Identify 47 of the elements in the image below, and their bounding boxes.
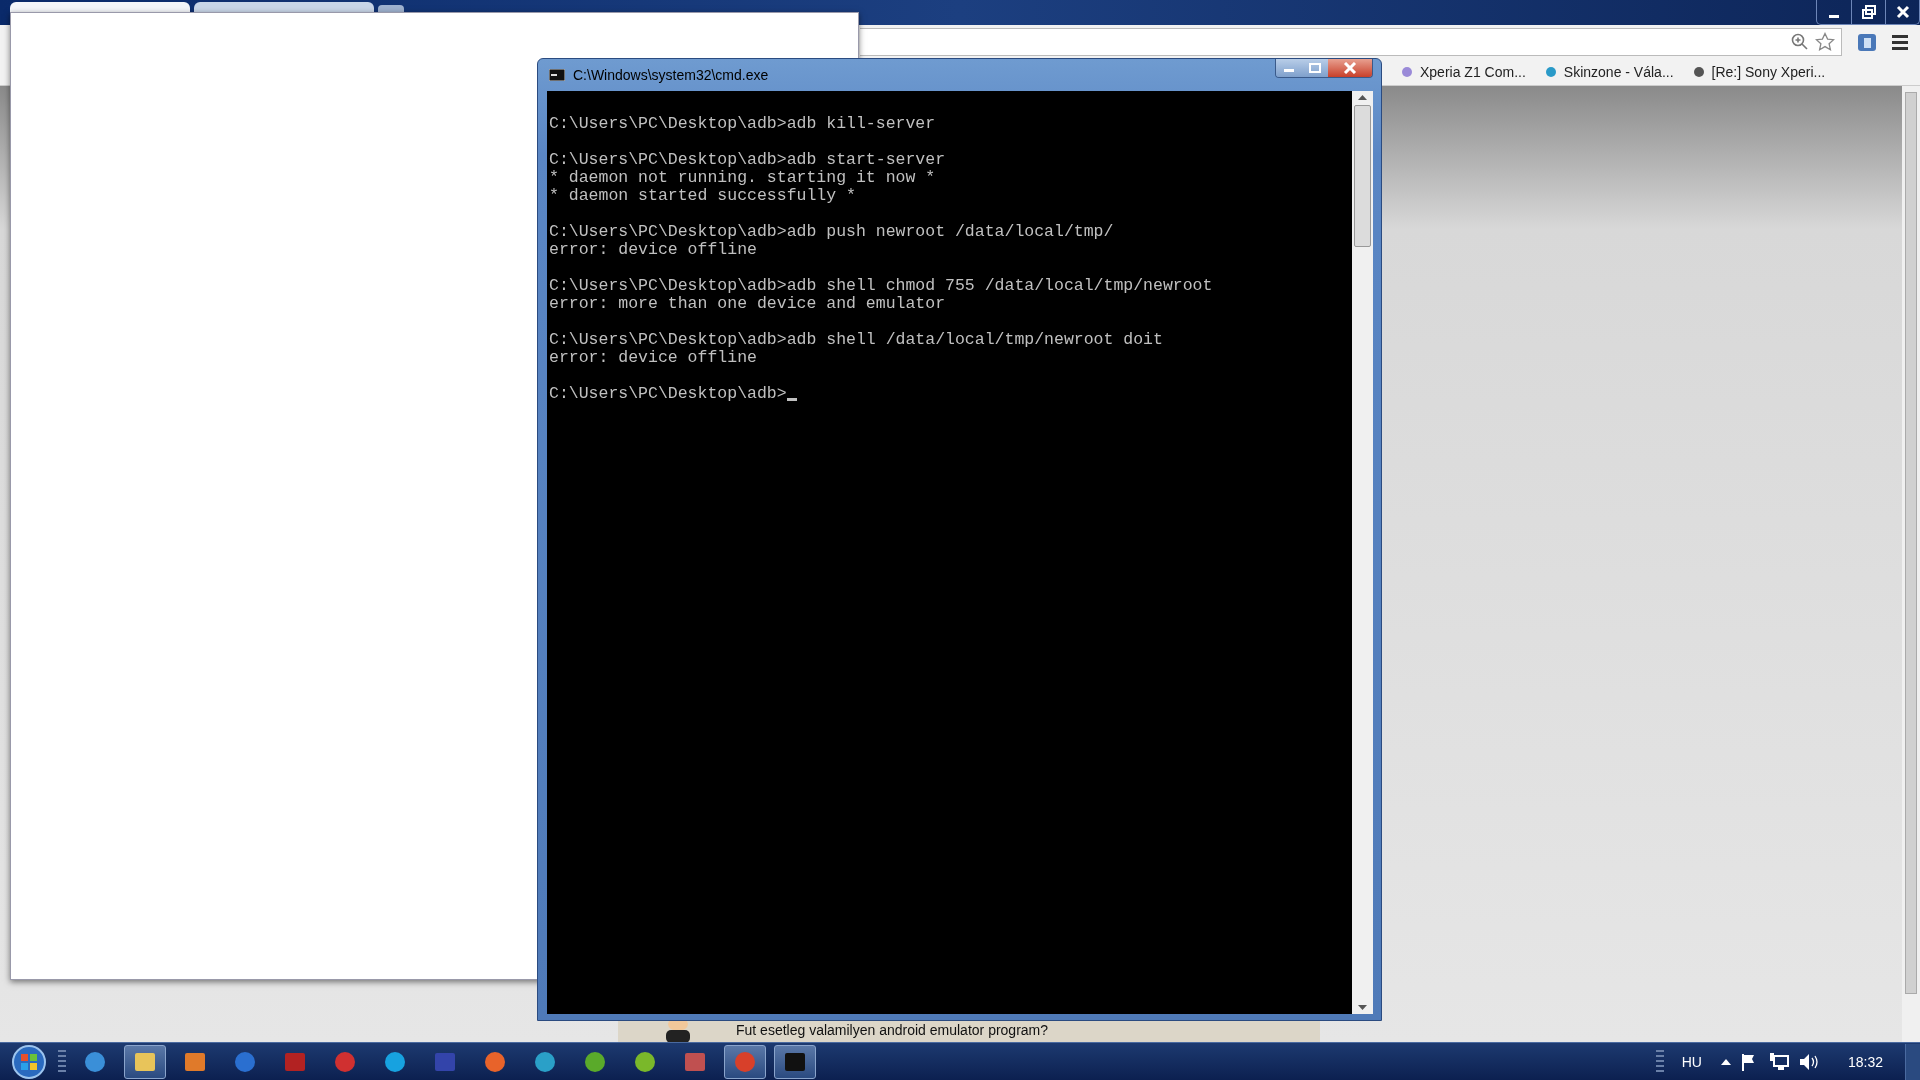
console-line: C:\Users\PC\Desktop\adb> [549,385,787,403]
scroll-thumb[interactable] [1354,105,1371,247]
console-line: error: more than one device and emulator [549,295,946,313]
console-line: C:\Users\PC\Desktop\adb>adb start-server [549,151,946,169]
maximize-icon [1309,63,1321,73]
zoom-icon[interactable] [1791,33,1809,51]
console-icon [549,69,565,81]
restore-icon [1861,5,1876,19]
tray-up-icon[interactable] [1719,1057,1732,1066]
console-line: error: device offline [549,349,757,367]
scrollbar[interactable] [1902,86,1920,1043]
dialog-text: Fut esetleg valamilyen android emulator program? [736,1021,1049,1040]
new-tab-button[interactable] [378,5,404,12]
console-line: * daemon not running. starting it now * [549,169,936,187]
taskbar-button[interactable] [724,1044,766,1079]
bookmark[interactable]: Xperia Z1 Com... [1400,64,1526,80]
app-icon [383,1049,407,1074]
close-icon [1343,62,1357,74]
app-icon [583,1049,607,1074]
console-line: C:\Users\PC\Desktop\adb>adb kill-server [549,115,936,133]
app-icon [333,1049,357,1074]
bookmark-icon [1691,65,1706,79]
close-icon [1895,5,1910,19]
maximize-button[interactable] [1302,59,1328,77]
bookmark[interactable]: Skinzone - Vála... [1543,64,1674,80]
minimize-icon [1284,69,1294,72]
minimize-icon [1829,14,1839,18]
star-icon[interactable] [1815,32,1835,52]
bookmark-icon [1400,65,1414,79]
console-line: C:\Users\PC\Desktop\adb>adb shell chmod 755 /data/local/tmp/newroot [549,277,1213,295]
bookmark[interactable]: [Re:] Sony Xperi... [1691,64,1826,80]
console-line: error: device offline [549,241,757,259]
console-line: C:\Users\PC\Desktop\adb>adb shell /data/local/tmp/newroot doit [549,331,1163,349]
bookmark-icon [1543,65,1558,79]
menu-icon[interactable] [1892,34,1910,50]
language-indicator[interactable]: HU [1681,1053,1702,1070]
app-icon [533,1049,557,1074]
network-icon[interactable] [1767,1051,1790,1072]
clock[interactable]: 18:32 [1847,1053,1883,1070]
console-line: * daemon started successfully * [549,187,856,205]
window-title: C:\Windows\system32\cmd.exe [573,67,770,83]
taskbar-button[interactable] [774,1044,816,1079]
scrollbar[interactable] [1352,91,1373,1014]
app-icon [633,1049,657,1074]
taskbar-button[interactable] [124,1044,166,1079]
extension-icon[interactable] [1856,31,1878,53]
console-line: C:\Users\PC\Desktop\adb>adb push newroot /data/local/tmp/ [549,223,1114,241]
